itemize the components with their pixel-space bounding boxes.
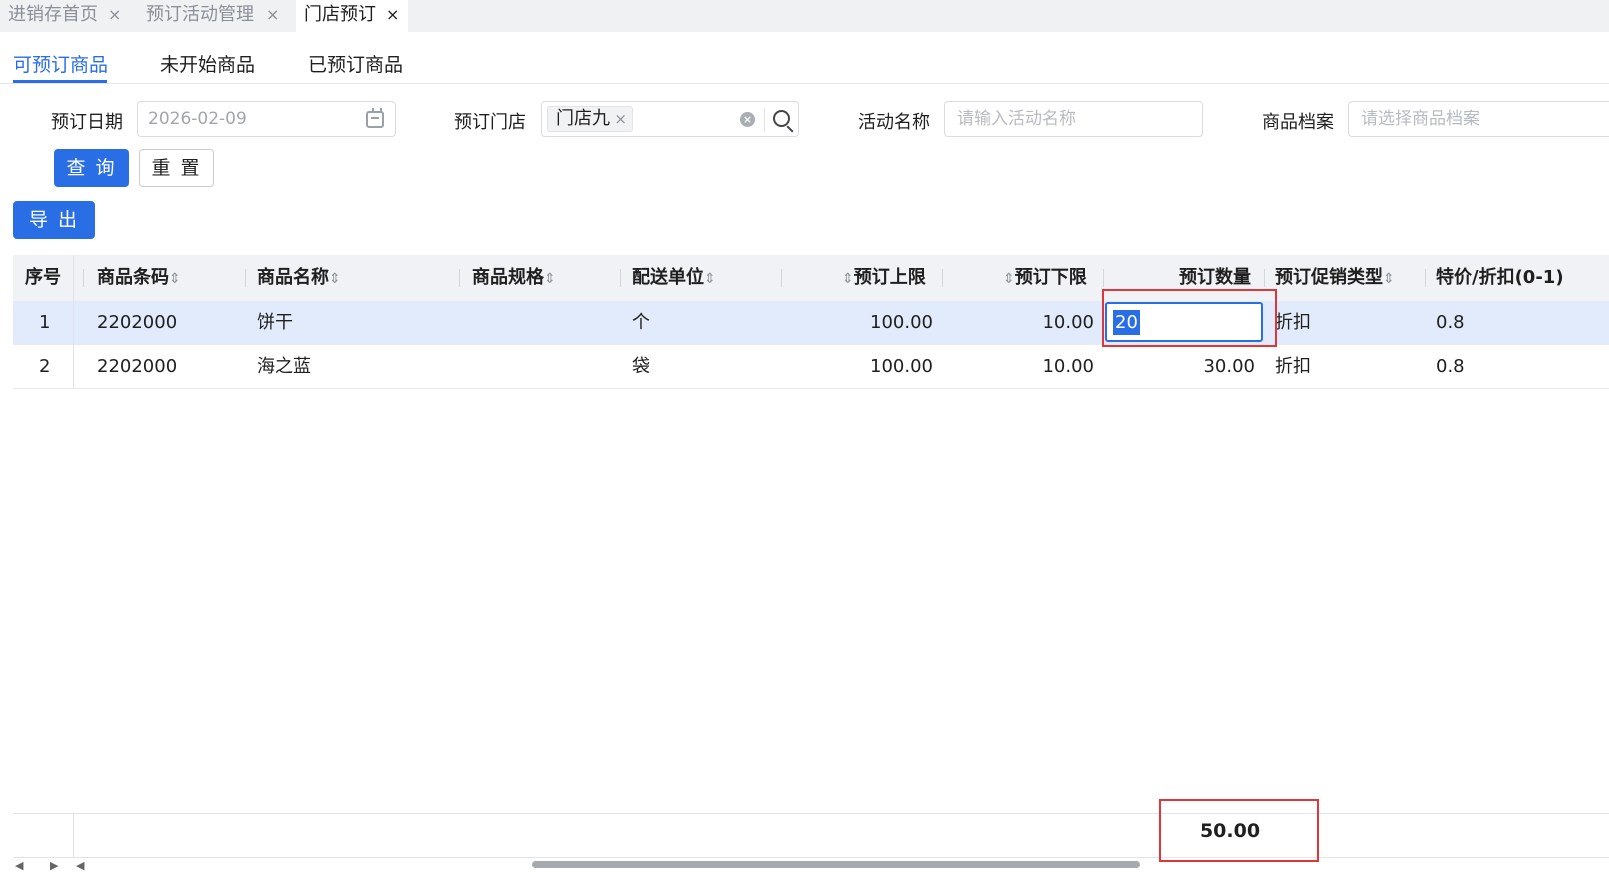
close-icon[interactable]: × xyxy=(266,0,279,30)
activity-input[interactable] xyxy=(955,106,1190,132)
column-divider xyxy=(942,269,943,287)
close-icon[interactable]: × xyxy=(108,0,121,30)
tab-label: 进销存首页 xyxy=(8,4,98,25)
activity-label: 活动名称 xyxy=(858,112,930,133)
scroll-left-arrow[interactable]: ◀ xyxy=(76,859,84,872)
cell-discount: 0.8 xyxy=(1436,356,1465,377)
product-label: 商品档案 xyxy=(1262,112,1334,133)
column-header-label: 商品条码 xyxy=(97,267,169,288)
sort-icon[interactable]: ⇕ xyxy=(1383,271,1395,287)
column-divider xyxy=(620,269,621,287)
date-label: 预订日期 xyxy=(51,112,123,133)
sub-tabs: 可预订商品 未开始商品 已预订商品 xyxy=(0,32,1609,84)
divider xyxy=(764,108,765,132)
scroll-left-arrow[interactable]: ◀ xyxy=(15,859,23,872)
sort-icon[interactable]: ⇕ xyxy=(704,271,716,287)
cell-barcode: 2202000 xyxy=(97,356,178,377)
column-header-label: 预订上限 xyxy=(853,267,926,288)
search-icon[interactable] xyxy=(773,110,790,127)
column-divider xyxy=(73,813,74,858)
column-divider xyxy=(83,269,84,287)
cell-index: 2 xyxy=(39,356,51,377)
cell-lower-limit: 10.00 xyxy=(1042,312,1094,333)
store-tag: 门店九 × xyxy=(547,106,633,132)
activity-field[interactable] xyxy=(944,101,1203,137)
cell-index: 1 xyxy=(39,312,51,333)
cell-quantity[interactable]: 30.00 xyxy=(1114,345,1255,389)
store-label: 预订门店 xyxy=(454,112,526,133)
tab-store-booking[interactable]: 门店预订 × xyxy=(296,0,408,32)
active-tab-indicator xyxy=(13,80,107,83)
clear-icon[interactable]: × xyxy=(740,112,755,127)
column-header-upper-limit[interactable]: ⇕预订上限 xyxy=(842,255,926,301)
cell-promo-type: 折扣 xyxy=(1275,312,1311,333)
column-divider xyxy=(1425,269,1426,287)
sort-icon[interactable]: ⇕ xyxy=(1003,271,1015,287)
calendar-icon[interactable] xyxy=(366,108,384,128)
reset-button[interactable]: 重 置 xyxy=(139,149,214,187)
column-divider xyxy=(73,255,74,388)
sort-icon[interactable]: ⇕ xyxy=(329,271,341,287)
export-button[interactable]: 导 出 xyxy=(13,201,95,239)
total-quantity: 50.00 xyxy=(1199,820,1261,842)
tab-booking-activity[interactable]: 预订活动管理 × xyxy=(138,0,288,32)
column-header-quantity: 预订数量 xyxy=(1179,267,1251,288)
cell-name: 饼干 xyxy=(257,312,293,333)
cell-unit: 袋 xyxy=(632,356,650,377)
tab-booked-products[interactable]: 已预订商品 xyxy=(308,50,403,77)
cell-name: 海之蓝 xyxy=(257,356,311,377)
table-row[interactable]: 1 2202000 饼干 个 100.00 10.00 折扣 0.8 xyxy=(13,301,1609,345)
column-header-name[interactable]: 商品名称⇕ xyxy=(257,255,341,301)
column-header-index: 序号 xyxy=(25,267,61,288)
query-button[interactable]: 查 询 xyxy=(54,149,129,187)
column-header-lower-limit[interactable]: ⇕预订下限 xyxy=(1003,255,1087,301)
sort-icon[interactable]: ⇕ xyxy=(169,271,181,287)
cell-lower-limit: 10.00 xyxy=(1042,356,1094,377)
column-divider xyxy=(781,269,782,287)
close-icon[interactable]: × xyxy=(614,107,627,131)
horizontal-scrollbar[interactable] xyxy=(532,861,1140,868)
cell-unit: 个 xyxy=(632,312,650,333)
column-header-promo-type[interactable]: 预订促销类型⇕ xyxy=(1275,255,1395,301)
column-header-label: 预订促销类型 xyxy=(1275,267,1383,288)
tab-bookable-products[interactable]: 可预订商品 xyxy=(13,50,108,77)
column-header-label: 配送单位 xyxy=(632,267,704,288)
column-header-label: 商品名称 xyxy=(257,267,329,288)
quantity-input[interactable]: 20 xyxy=(1105,302,1263,342)
sort-icon[interactable]: ⇕ xyxy=(544,271,556,287)
product-input[interactable] xyxy=(1359,106,1599,132)
cell-upper-limit: 100.00 xyxy=(870,312,933,333)
store-tag-label: 门店九 xyxy=(556,108,610,129)
quantity-selected-text: 20 xyxy=(1113,310,1140,335)
column-divider xyxy=(1103,269,1104,287)
close-icon[interactable]: × xyxy=(386,0,399,30)
column-header-barcode[interactable]: 商品条码⇕ xyxy=(97,255,181,301)
column-header-label: 预订下限 xyxy=(1014,267,1087,288)
column-divider xyxy=(459,269,460,287)
table-row[interactable]: 2 2202000 海之蓝 袋 100.00 10.00 30.00 折扣 0.… xyxy=(13,345,1609,389)
date-picker[interactable]: 2026-02-09 xyxy=(137,101,396,137)
scroll-right-arrow[interactable]: ▶ xyxy=(50,859,58,872)
cell-promo-type: 折扣 xyxy=(1275,356,1311,377)
column-header-label: 商品规格 xyxy=(472,267,544,288)
column-divider xyxy=(1264,269,1265,287)
product-field[interactable] xyxy=(1348,101,1609,137)
cell-barcode: 2202000 xyxy=(97,312,178,333)
tab-label: 门店预订 xyxy=(304,4,376,25)
date-value: 2026-02-09 xyxy=(148,109,247,129)
column-divider xyxy=(245,269,246,287)
tab-not-started-products[interactable]: 未开始商品 xyxy=(160,50,255,77)
tab-strip: 进销存首页 × 预订活动管理 × 门店预订 × xyxy=(0,0,1609,32)
column-header-discount: 特价/折扣(0-1) xyxy=(1436,267,1564,288)
store-select[interactable]: 门店九 × × xyxy=(541,101,799,137)
column-header-unit[interactable]: 配送单位⇕ xyxy=(632,255,716,301)
cell-discount: 0.8 xyxy=(1436,312,1465,333)
column-header-spec[interactable]: 商品规格⇕ xyxy=(472,255,556,301)
table-header: 序号 商品条码⇕ 商品名称⇕ 商品规格⇕ 配送单位⇕ ⇕预订上限 ⇕预订下限 预… xyxy=(13,255,1609,301)
tab-label: 预订活动管理 xyxy=(146,4,254,25)
tab-inventory-home[interactable]: 进销存首页 × xyxy=(0,0,132,32)
sort-icon[interactable]: ⇕ xyxy=(842,271,854,287)
table-summary-row xyxy=(13,813,1609,858)
cell-upper-limit: 100.00 xyxy=(870,356,933,377)
